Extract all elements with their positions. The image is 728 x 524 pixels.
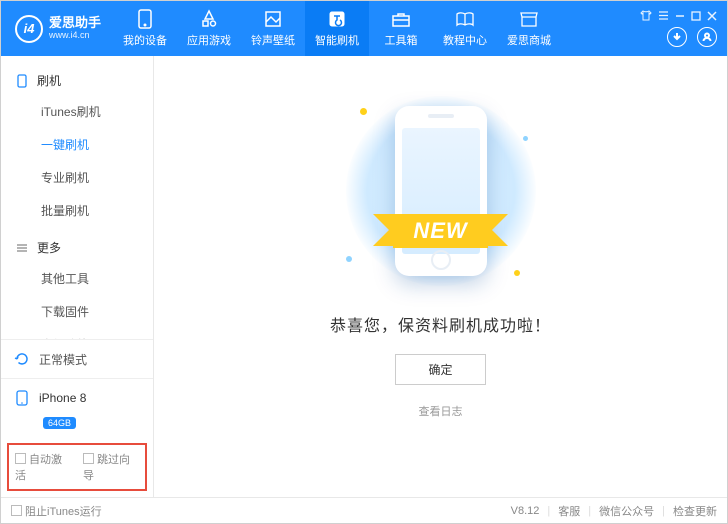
checkbox-label: 阻止iTunes运行 xyxy=(25,506,102,518)
nav-ring[interactable]: 铃声壁纸 xyxy=(241,1,305,56)
support-link[interactable]: 客服 xyxy=(558,503,580,519)
nav-label: 工具箱 xyxy=(385,32,418,48)
body: 刷机 iTunes刷机 一键刷机 专业刷机 批量刷机 更多 其他工具 下载固件 … xyxy=(1,56,727,497)
minimize-icon[interactable] xyxy=(675,11,685,24)
sidebar-item-label: 下载固件 xyxy=(41,305,89,319)
sidebar-item-label: 其他工具 xyxy=(41,272,89,286)
sidebar-item-itunes[interactable]: iTunes刷机 xyxy=(1,95,153,128)
nav-games[interactable]: 应用游戏 xyxy=(177,1,241,56)
version-label: V8.12 xyxy=(511,505,540,517)
nav-mall[interactable]: 爱思商城 xyxy=(497,1,561,56)
nav-flash[interactable]: 智能刷机 xyxy=(305,1,369,56)
user-icon[interactable] xyxy=(697,27,717,47)
mode-label: 正常模式 xyxy=(39,351,87,368)
wallpaper-icon xyxy=(263,9,283,29)
sidebar-group-title: 更多 xyxy=(37,239,61,256)
flash-icon xyxy=(327,9,347,29)
checkbox-icon xyxy=(11,505,22,516)
sidebar: 刷机 iTunes刷机 一键刷机 专业刷机 批量刷机 更多 其他工具 下载固件 … xyxy=(1,56,154,497)
logo-title: 爱思助手 xyxy=(49,16,101,30)
titlebar: i4 爱思助手 www.i4.cn 我的设备 应用游戏 铃声壁纸 智能刷机 xyxy=(1,1,727,56)
success-illustration: NEW xyxy=(326,96,556,286)
tshirt-icon[interactable] xyxy=(640,10,652,24)
sidebar-item-onekey[interactable]: 一键刷机 xyxy=(1,128,153,161)
logo-badge-icon: i4 xyxy=(15,15,43,43)
nav-label: 教程中心 xyxy=(443,32,487,48)
sidebar-item-adv[interactable]: 高级功能 xyxy=(1,328,153,339)
sidebar-item-batch[interactable]: 批量刷机 xyxy=(1,194,153,227)
checkbox-icon xyxy=(83,453,94,464)
logo: i4 爱思助手 www.i4.cn xyxy=(1,1,113,56)
sidebar-group-more: 更多 xyxy=(1,233,153,262)
status-bar: 阻止iTunes运行 V8.12 | 客服 | 微信公众号 | 检查更新 xyxy=(1,497,727,523)
prevent-itunes-checkbox[interactable]: 阻止iTunes运行 xyxy=(11,503,102,519)
sidebar-item-other[interactable]: 其他工具 xyxy=(1,262,153,295)
main-panel: NEW 恭喜您，保资料刷机成功啦！ 确定 查看日志 xyxy=(154,56,727,497)
toolbox-icon xyxy=(391,9,411,29)
close-icon[interactable] xyxy=(707,11,717,24)
new-ribbon: NEW xyxy=(393,214,487,248)
device-storage-badge: 64GB xyxy=(43,417,76,429)
nav-label: 我的设备 xyxy=(123,32,167,48)
logo-subtitle: www.i4.cn xyxy=(49,31,101,41)
maximize-icon[interactable] xyxy=(691,11,701,24)
main-nav: 我的设备 应用游戏 铃声壁纸 智能刷机 工具箱 教程中心 xyxy=(113,1,561,56)
nav-tutorial[interactable]: 教程中心 xyxy=(433,1,497,56)
menu-icon[interactable] xyxy=(658,10,669,24)
nav-label: 爱思商城 xyxy=(507,32,551,48)
device-name: iPhone 8 xyxy=(39,391,86,405)
wechat-link[interactable]: 微信公众号 xyxy=(599,503,654,519)
download-icon[interactable] xyxy=(667,27,687,47)
checkbox-icon xyxy=(15,453,26,464)
window-controls xyxy=(640,10,727,47)
view-log-link[interactable]: 查看日志 xyxy=(419,403,463,419)
refresh-icon xyxy=(13,350,31,368)
book-icon xyxy=(455,9,475,29)
check-update-link[interactable]: 检查更新 xyxy=(673,503,717,519)
device-block[interactable]: iPhone 8 64GB xyxy=(1,378,153,439)
device-small-icon xyxy=(13,389,31,407)
mode-block[interactable]: 正常模式 xyxy=(1,339,153,378)
nav-device[interactable]: 我的设备 xyxy=(113,1,177,56)
sidebar-item-label: iTunes刷机 xyxy=(41,105,101,119)
options-row: 自动激活 跳过向导 xyxy=(7,443,147,491)
skip-wizard-checkbox[interactable]: 跳过向导 xyxy=(83,451,139,483)
sidebar-item-label: 批量刷机 xyxy=(41,204,89,218)
nav-tools[interactable]: 工具箱 xyxy=(369,1,433,56)
sidebar-group-title: 刷机 xyxy=(37,72,61,89)
app-window: i4 爱思助手 www.i4.cn 我的设备 应用游戏 铃声壁纸 智能刷机 xyxy=(0,0,728,524)
nav-label: 智能刷机 xyxy=(315,32,359,48)
device-icon xyxy=(135,9,155,29)
store-icon xyxy=(519,9,539,29)
sidebar-item-label: 专业刷机 xyxy=(41,171,89,185)
nav-label: 铃声壁纸 xyxy=(251,32,295,48)
auto-activate-checkbox[interactable]: 自动激活 xyxy=(15,451,71,483)
sidebar-item-label: 一键刷机 xyxy=(41,138,89,152)
sidebar-item-fw[interactable]: 下载固件 xyxy=(1,295,153,328)
sidebar-group-flash: 刷机 xyxy=(1,66,153,95)
more-icon xyxy=(15,242,29,254)
sidebar-item-pro[interactable]: 专业刷机 xyxy=(1,161,153,194)
logo-badge-text: i4 xyxy=(24,21,35,36)
phone-graphic xyxy=(395,106,487,276)
nav-label: 应用游戏 xyxy=(187,32,231,48)
ok-button[interactable]: 确定 xyxy=(395,354,485,385)
success-message: 恭喜您，保资料刷机成功啦！ xyxy=(330,312,551,336)
phone-small-icon xyxy=(15,74,29,88)
apps-icon xyxy=(199,9,219,29)
